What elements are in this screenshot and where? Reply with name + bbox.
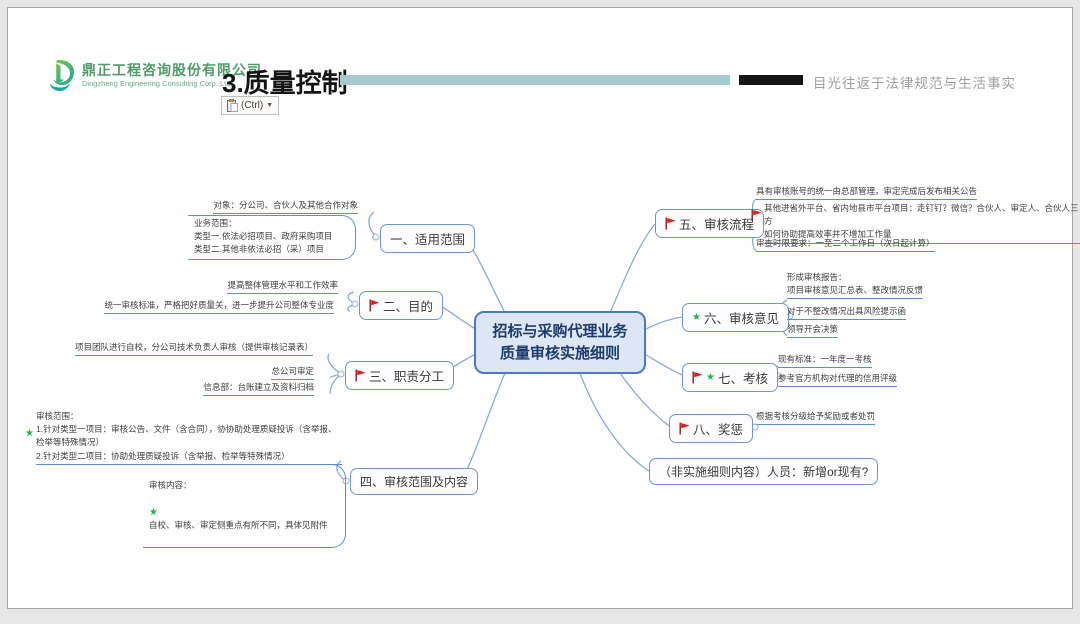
note: 提高整体管理水平和工作效率 [227,279,338,294]
page-title: 3.质量控制 [222,63,348,100]
topic-scope[interactable]: 一、适用范围 [380,224,475,253]
topic-label: 五、审核流程 [679,214,754,233]
topic-label: （非实施细则内容）人员：新增or现有? [659,463,868,480]
red-flag-icon [369,299,380,312]
red-flag-icon [679,422,690,435]
note: 参考官方机构对代理的信用评级 [778,372,897,387]
paste-button-label: (Ctrl) [241,100,263,111]
central-topic[interactable]: 招标与采购代理业务 质量审核实施细则 [474,311,646,374]
note-heading: 审核内容： [149,479,337,492]
note: 对象：分公司、合伙人及其他合作对象 [213,199,358,214]
green-star-icon: ★ [692,313,701,323]
topic-label: 六、审核意见 [704,308,779,327]
green-star-icon: ★ [149,507,158,518]
topic-label: 七、考核 [718,368,768,387]
note: 业务范围： 类型一.依法必招项目、政府采购项目 类型二.其他非依法必招（采）项目 [188,215,356,260]
topic-non-rule-personnel[interactable]: （非实施细则内容）人员：新增or现有? [649,458,878,485]
note: 统一审核标准，严格把好质量关，进一步提升公司整体专业度 [104,299,334,314]
clipboard-icon [227,99,238,112]
note: 具有审核账号的统一由总部管理，审定完成后发布相关公告 [756,185,977,200]
topic-purpose[interactable]: 二、目的 [359,291,443,320]
note: 总公司审定 [271,365,314,380]
note: 审查时限要求：一至二个工作日（次日起计算） [756,237,935,252]
topic-assessment[interactable]: ★ 七、考核 [682,363,778,392]
topic-audit-process[interactable]: 五、审核流程 [655,209,764,238]
note: 根据考核分级给予奖励或者处罚 [756,410,875,425]
note: 项目团队进行自校，分公司技术负责人审核（提供审核记录表） [75,341,313,356]
slide-tagline: 目光往返于法律规范与生活事实 [813,72,1016,92]
note: 形成审核报告： 项目审核意见汇总表、整改情况反馈 [787,271,923,299]
topic-label: 八、奖惩 [693,419,743,438]
teal-accent-bar [340,75,730,85]
topic-audit-scope-content[interactable]: 四、审核范围及内容 [350,468,478,495]
red-flag-icon [692,371,703,384]
company-logo-icon [46,58,80,96]
note: 信息部：台账建立及资料归档 [203,381,314,396]
topic-reward-punishment[interactable]: 八、奖惩 [669,414,753,443]
note: 对于不整改情况出具风险提示函 [787,305,906,320]
note: 审核范围： 1.针对类型一项目：审核公告、文件（含合同），协协助处理质疑投诉（含… [36,410,342,465]
topic-label: 二、目的 [383,296,433,315]
red-flag-icon [665,217,676,230]
note: 领导开会决策 [787,323,838,338]
slide-canvas: 鼎正工程咨询股份有限公司 Dingzheng Engineering Consu… [7,7,1073,609]
red-flag-icon [751,209,762,222]
company-name-en: Dingzheng Engineering Consulting Corp.,L… [82,79,230,88]
topic-duties[interactable]: 三、职责分工 [345,361,454,390]
black-accent-bar [739,75,803,85]
topic-label: 一、适用范围 [390,229,465,248]
topic-audit-opinion[interactable]: ★ 六、审核意见 [682,303,789,332]
green-star-icon: ★ [25,429,34,439]
red-flag-icon [355,369,366,382]
green-star-icon: ★ [706,373,715,383]
note: 审核内容： ★ 自校、审核、审定侧重点有所不同，具体见附件 [143,464,346,548]
note-text: 自校、审核、审定侧重点有所不同，具体见附件 [149,520,328,530]
paste-options-button[interactable]: (Ctrl) ▼ [221,96,279,115]
topic-label: 四、审核范围及内容 [360,473,468,490]
caret-down-icon: ▼ [266,102,273,109]
note: 现有标准：一年度一考核 [778,353,872,368]
topic-label: 三、职责分工 [369,366,444,385]
